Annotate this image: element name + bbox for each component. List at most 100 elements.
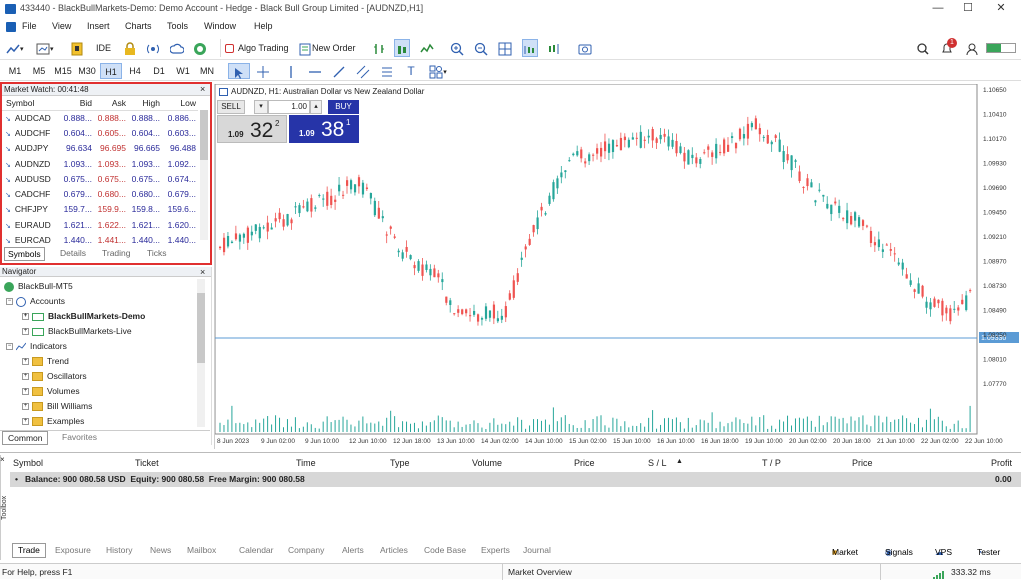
timeframe-w1[interactable]: W1 <box>172 63 194 79</box>
tree-account-live[interactable]: + BlackBullMarkets-Live <box>22 326 132 336</box>
ide-button[interactable]: IDE <box>96 39 111 57</box>
market-watch-row[interactable]: ↘ AUDUSD 0.675... 0.675... 0.675... 0.674... <box>2 171 198 186</box>
tab-company[interactable]: Company <box>288 545 324 555</box>
menu-file[interactable]: File <box>22 21 37 31</box>
tab-code-base[interactable]: Code Base <box>424 545 466 555</box>
column-header[interactable]: Time <box>296 458 316 468</box>
expand-icon[interactable]: + <box>22 418 29 426</box>
menu-charts[interactable]: Charts <box>125 21 152 31</box>
column-header[interactable]: Profit <box>991 458 1012 468</box>
close-button[interactable]: ✕ <box>986 0 1016 18</box>
status-connection[interactable]: 333.32 ms <box>880 564 1021 580</box>
vertical-line-icon[interactable] <box>280 63 302 79</box>
crosshair-icon[interactable] <box>252 63 274 79</box>
line-chart-icon[interactable] <box>420 39 434 57</box>
expand-icon[interactable]: + <box>22 313 29 321</box>
market-icon[interactable] <box>193 39 207 57</box>
chart-type-icon[interactable]: ▾ <box>6 39 24 57</box>
sell-button[interactable]: SELL <box>217 100 245 114</box>
tree-folder-volumes[interactable]: + Volumes <box>22 386 80 397</box>
horizontal-line-icon[interactable] <box>304 63 326 79</box>
column-header[interactable]: S / L <box>648 458 667 468</box>
scrollbar[interactable] <box>197 279 205 427</box>
market-watch-row[interactable]: ↘ AUDJPY 96.634 96.695 96.665 96.488 <box>2 141 198 156</box>
column-header[interactable]: Low <box>162 96 198 111</box>
sell-price-box[interactable]: 1.09 32 2 <box>217 115 287 143</box>
signal-icon[interactable] <box>146 39 160 57</box>
timeframe-h4[interactable]: H4 <box>124 63 146 79</box>
tree-folder-examples[interactable]: + Examples <box>22 416 84 427</box>
timeframe-mn[interactable]: MN <box>196 63 218 79</box>
tab-alerts[interactable]: Alerts <box>342 545 364 555</box>
tab-mailbox[interactable]: Mailbox <box>187 545 216 555</box>
market-watch-row[interactable]: ↘ AUDCHF 0.604... 0.605... 0.604... 0.603... <box>2 125 198 140</box>
notifications-icon[interactable]: 1 <box>940 38 957 57</box>
column-header[interactable]: Bid <box>58 96 94 111</box>
tab-favorites[interactable]: Favorites <box>62 432 97 442</box>
market-watch-row[interactable]: ↘ EURCAD 1.440... 1.441... 1.440... 1.440... <box>2 232 198 247</box>
expand-icon[interactable]: + <box>22 328 29 336</box>
market-watch-row[interactable]: ↘ CHFJPY 159.7... 159.9... 159.8... 159.6... <box>2 202 198 217</box>
grid-icon[interactable] <box>498 39 512 57</box>
menu-help[interactable]: Help <box>254 21 273 31</box>
close-icon[interactable]: × <box>0 455 5 464</box>
candlestick-icon[interactable] <box>394 39 410 57</box>
balance-row[interactable]: • Balance: 900 080.58 USD Equity: 900 08… <box>10 472 1021 487</box>
minimize-button[interactable]: — <box>923 0 953 18</box>
account-icon[interactable] <box>965 39 979 57</box>
chart-shift-icon[interactable] <box>547 39 561 57</box>
collapse-icon[interactable]: − <box>6 343 13 351</box>
tree-folder-bill-williams[interactable]: + Bill Williams <box>22 401 92 412</box>
tab-trade[interactable]: Trade <box>12 543 46 558</box>
tree-root[interactable]: BlackBull-MT5 <box>4 281 73 292</box>
cursor-tool-icon[interactable] <box>228 63 250 79</box>
timeframe-m30[interactable]: M30 <box>76 63 98 79</box>
tree-folder-trend[interactable]: + Trend <box>22 356 69 367</box>
market-watch-row[interactable]: ↘ AUDCAD 0.888... 0.888... 0.888... 0.886... <box>2 110 198 125</box>
timeframe-d1[interactable]: D1 <box>148 63 170 79</box>
column-header[interactable]: Type <box>390 458 410 468</box>
maximize-button[interactable]: ☐ <box>953 0 983 18</box>
menu-view[interactable]: View <box>52 21 71 31</box>
column-header[interactable]: Symbol <box>13 458 43 468</box>
column-header[interactable]: Price <box>852 458 873 468</box>
volume-increase-button[interactable]: ▴ <box>310 100 322 114</box>
fibonacci-icon[interactable] <box>376 63 398 79</box>
tab-news[interactable]: News <box>150 545 171 555</box>
menu-insert[interactable]: Insert <box>87 21 110 31</box>
tab-common[interactable]: Common <box>2 431 49 445</box>
algo-trading-button[interactable]: Algo Trading <box>220 39 292 57</box>
menu-tools[interactable]: Tools <box>167 21 188 31</box>
tab-ticks[interactable]: Ticks <box>147 248 167 258</box>
status-profile[interactable]: Market Overview <box>502 564 572 580</box>
zoom-in-icon[interactable] <box>450 39 464 57</box>
column-header[interactable]: Ask <box>94 96 128 111</box>
profiles-icon[interactable] <box>70 39 84 57</box>
tab-calendar[interactable]: Calendar <box>239 545 274 555</box>
volume-decrease-button[interactable]: ▾ <box>254 100 268 114</box>
collapse-icon[interactable]: − <box>6 298 13 306</box>
chart-window[interactable]: 1.09330 1.10650 1.10410 1.10170 1.09930 1.096… <box>214 84 1020 449</box>
templates-icon[interactable]: ▾ <box>36 39 54 57</box>
tab-articles[interactable]: Articles <box>380 545 408 555</box>
text-tool-icon[interactable]: T <box>400 63 422 79</box>
new-order-button[interactable]: New Order <box>298 39 356 57</box>
timeframe-m15[interactable]: M15 <box>52 63 74 79</box>
channel-icon[interactable] <box>352 63 374 79</box>
close-icon[interactable]: × <box>200 267 205 277</box>
market-watch-row[interactable]: ↘ AUDNZD 1.093... 1.093... 1.093... 1.092... <box>2 156 198 171</box>
column-header[interactable]: High <box>128 96 162 111</box>
tab-symbols[interactable]: Symbols <box>4 247 45 261</box>
screenshot-icon[interactable] <box>578 39 592 57</box>
market-watch-row[interactable]: ↘ CADCHF 0.679... 0.680... 0.680... 0.679... <box>2 186 198 201</box>
trendline-icon[interactable] <box>328 63 350 79</box>
volume-input[interactable]: 1.00 <box>268 100 310 114</box>
scrollbar[interactable] <box>200 110 208 240</box>
tree-accounts[interactable]: − Accounts <box>6 296 65 307</box>
expand-icon[interactable]: + <box>22 373 29 381</box>
tab-experts[interactable]: Experts <box>481 545 510 555</box>
tree-folder-oscillators[interactable]: + Oscillators <box>22 371 87 382</box>
column-header[interactable]: Price <box>574 458 595 468</box>
timeframe-h1[interactable]: H1 <box>100 63 122 79</box>
buy-button[interactable]: BUY <box>328 100 359 114</box>
